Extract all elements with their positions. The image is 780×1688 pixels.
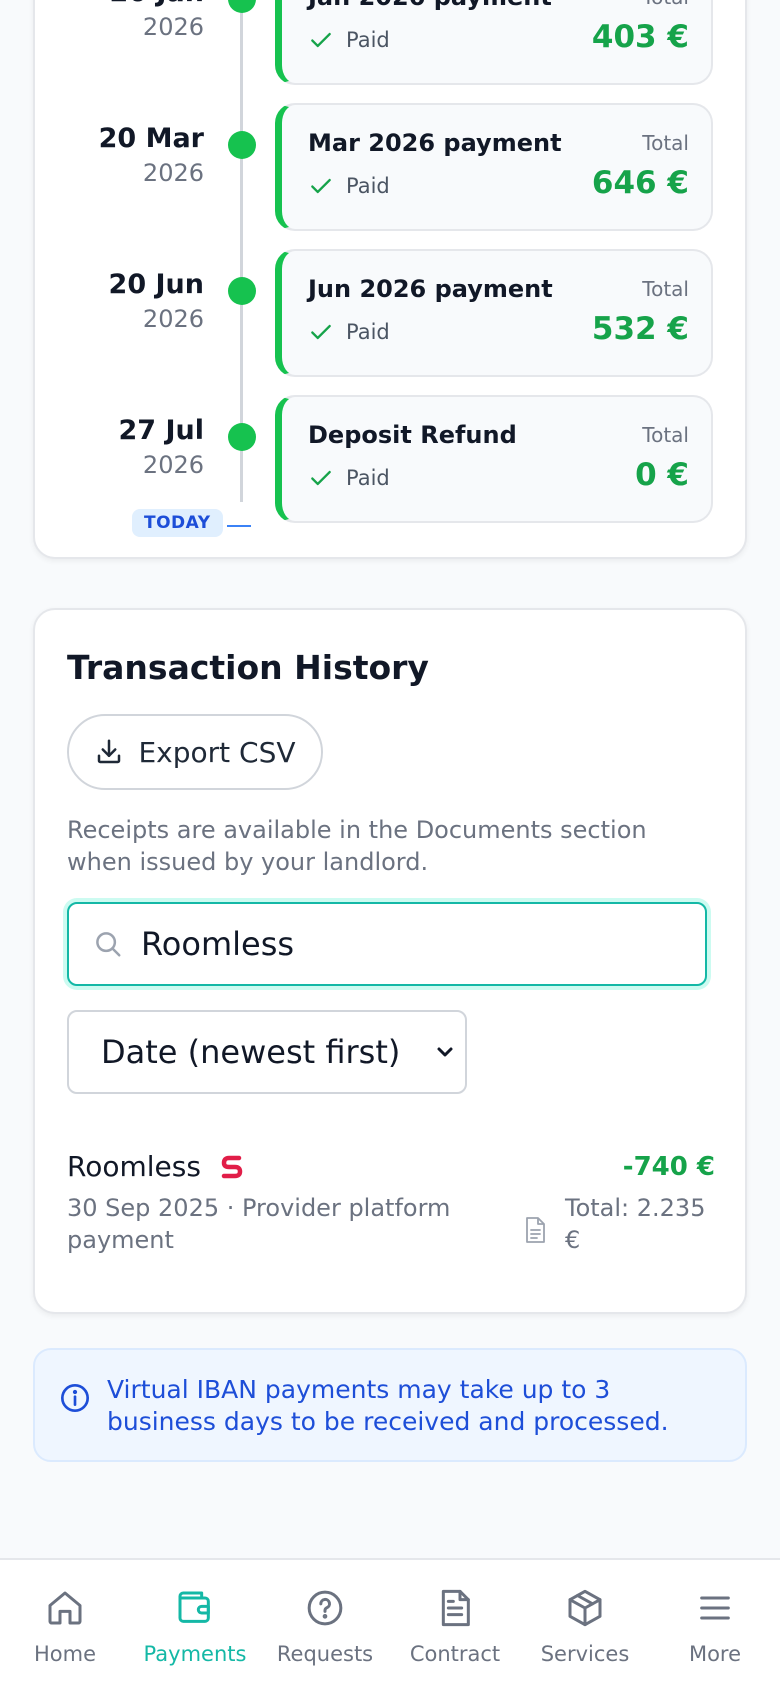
- payment-status: Paid: [308, 27, 390, 53]
- transaction-amount: -740 €: [622, 1152, 715, 1182]
- status-text: Paid: [346, 320, 390, 344]
- wallet-icon: [178, 1591, 210, 1623]
- timeline-entry: 20 Jun 2026 Jun 2026 payment Total Paid …: [35, 249, 745, 379]
- timeline-year: 2026: [142, 451, 204, 479]
- today-marker: [227, 525, 251, 527]
- payment-status: Paid: [308, 319, 390, 345]
- total-label: Total: [642, 423, 689, 447]
- sort-selected-value: Date (newest first): [101, 1033, 401, 1071]
- payment-status: Paid: [308, 465, 390, 491]
- payment-card[interactable]: Deposit Refund Total Paid 0 €: [275, 395, 713, 523]
- total-label: Total: [642, 0, 689, 9]
- transaction-name: Roomless: [67, 1150, 243, 1183]
- payment-timeline-card: 20 Jan 2026 Jan 2026 payment Total Paid …: [33, 0, 747, 559]
- timeline-date: 27 Jul: [118, 415, 205, 446]
- timeline-dot: [228, 131, 256, 159]
- payments-page: 20 Jan 2026 Jan 2026 payment Total Paid …: [0, 0, 780, 1688]
- provider-name: Roomless: [67, 1150, 201, 1183]
- payment-card[interactable]: Mar 2026 payment Total Paid 646 €: [275, 103, 713, 231]
- search-input[interactable]: [141, 922, 681, 966]
- question-icon: [307, 1590, 343, 1626]
- timeline-year: 2026: [142, 305, 204, 333]
- payment-title: Jun 2026 payment: [308, 275, 553, 303]
- timeline-dot: [228, 423, 256, 451]
- timeline-dot: [228, 277, 256, 305]
- payment-title: Mar 2026 payment: [308, 129, 562, 157]
- transaction-row[interactable]: Roomless -740 € 30 Sep 2025 · Provider p…: [67, 1150, 715, 1260]
- nav-label: Home: [33, 1642, 96, 1666]
- info-text: Virtual IBAN payments may take up to 3 b…: [107, 1375, 669, 1436]
- nav-requests[interactable]: Requests: [260, 1588, 390, 1684]
- payment-title: Jan 2026 payment: [308, 0, 552, 11]
- box-icon: [568, 1589, 602, 1627]
- receipts-note: Receipts are available in the Documents …: [67, 816, 647, 876]
- payment-card[interactable]: Jun 2026 payment Total Paid 532 €: [275, 249, 713, 377]
- transaction-total: Total: 2.235 €: [565, 1194, 706, 1254]
- sort-select[interactable]: Date (newest first): [67, 1010, 467, 1094]
- info-banner: Virtual IBAN payments may take up to 3 b…: [33, 1348, 747, 1462]
- total-label: Total: [642, 131, 689, 155]
- payment-amount: 532 €: [591, 311, 689, 347]
- payment-title: Deposit Refund: [308, 421, 517, 449]
- bottom-navigation: Home Payments Requests Contract Services: [0, 1558, 780, 1688]
- menu-icon: [700, 1596, 730, 1620]
- nav-label: Payments: [143, 1642, 247, 1666]
- today-badge: TODAY: [132, 509, 223, 537]
- nav-label: Contract: [409, 1642, 501, 1666]
- status-text: Paid: [346, 174, 390, 198]
- payment-status: Paid: [308, 173, 390, 199]
- timeline-date: 20 Mar: [98, 123, 204, 154]
- nav-services[interactable]: Services: [520, 1588, 650, 1684]
- payment-amount: 0 €: [635, 457, 689, 493]
- timeline-year: 2026: [142, 159, 204, 187]
- total-label: Total: [642, 277, 689, 301]
- nav-home[interactable]: Home: [0, 1588, 130, 1684]
- download-icon: [98, 739, 121, 764]
- timeline-entry: 20 Jan 2026 Jan 2026 payment Total Paid …: [35, 0, 745, 87]
- home-icon: [48, 1591, 82, 1625]
- timeline-date: 20 Jan: [110, 0, 204, 8]
- timeline-year: 2026: [142, 13, 204, 41]
- section-title: Transaction History: [67, 648, 429, 687]
- search-field[interactable]: [67, 902, 707, 986]
- nav-label: Requests: [276, 1642, 374, 1666]
- check-icon: [311, 324, 331, 340]
- nav-label: Services: [540, 1642, 630, 1666]
- timeline-entry: 27 Jul 2026 Deposit Refund Total Paid 0 …: [35, 395, 745, 525]
- timeline-date: 20 Jun: [108, 269, 204, 300]
- status-text: Paid: [346, 466, 390, 490]
- status-text: Paid: [346, 28, 390, 52]
- timeline-entry: 20 Mar 2026 Mar 2026 payment Total Paid …: [35, 103, 745, 233]
- document-icon: [441, 1589, 470, 1627]
- payment-amount: 403 €: [591, 19, 689, 55]
- nav-more[interactable]: More: [650, 1588, 780, 1684]
- export-csv-button[interactable]: Export CSV: [67, 714, 323, 790]
- roomless-logo-icon: [221, 1155, 243, 1178]
- check-icon: [311, 32, 331, 48]
- info-icon: [61, 1384, 89, 1412]
- payment-card[interactable]: Jan 2026 payment Total Paid 403 €: [275, 0, 713, 85]
- transaction-meta: 30 Sep 2025 · Provider platform payment: [67, 1194, 451, 1254]
- nav-label: More: [688, 1642, 742, 1666]
- payment-amount: 646 €: [591, 165, 689, 201]
- check-icon: [311, 178, 331, 194]
- nav-payments[interactable]: Payments: [130, 1588, 260, 1684]
- check-icon: [311, 470, 331, 486]
- nav-contract[interactable]: Contract: [390, 1588, 520, 1684]
- chevron-down-icon: [437, 1047, 453, 1057]
- timeline-dot: [228, 0, 256, 13]
- search-icon: [96, 932, 121, 957]
- document-icon[interactable]: [523, 1216, 547, 1244]
- transaction-history-card: Transaction History Export CSV Receipts …: [33, 608, 747, 1314]
- export-label: Export CSV: [138, 735, 296, 769]
